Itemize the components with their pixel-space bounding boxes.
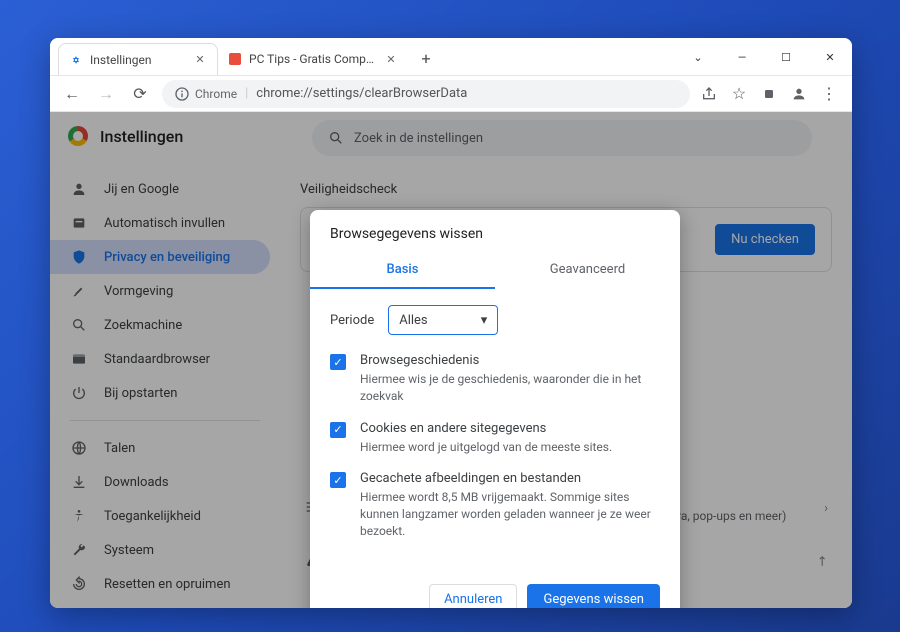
checkbox[interactable]: ✓ [330,472,346,488]
option-title: Gecachete afbeeldingen en bestanden [360,471,660,486]
tab-basic[interactable]: Basis [310,252,495,289]
checkbox[interactable]: ✓ [330,354,346,370]
toolbar-icons: ☆ ⋮ [700,85,842,103]
clear-option-2: ✓ Gecachete afbeeldingen en bestanden Hier… [330,471,660,539]
dialog-title: Browsegegevens wissen [310,210,680,252]
period-select[interactable]: Alles ▾ [388,305,498,335]
tab-label: Instellingen [90,53,186,67]
bookmark-icon[interactable]: ☆ [730,85,748,103]
clear-data-button[interactable]: Gegevens wissen [527,584,660,608]
dialog-tabs: Basis Geavanceerd [310,252,680,289]
tab-strip: Instellingen ✕ PC Tips - Gratis Computer… [50,38,676,75]
content-area: Instellingen Zoek in de instellingen Jij… [50,112,852,608]
tab-pctips[interactable]: PC Tips - Gratis Computer Tips, s ✕ [218,43,408,75]
period-label: Periode [330,313,374,328]
address-bar: ← → ⟳ Chrome | chrome://settings/clearBr… [50,76,852,112]
window-controls: ⌄ ― ☐ ✕ [676,38,852,75]
close-window-button[interactable]: ✕ [808,38,852,76]
browser-window: Instellingen ✕ PC Tips - Gratis Computer… [50,38,852,608]
close-icon[interactable]: ✕ [384,52,398,66]
site-info-chip[interactable]: Chrome [174,86,237,102]
menu-icon[interactable]: ⋮ [820,85,838,103]
new-tab-button[interactable]: + [412,44,440,72]
maximize-button[interactable]: ☐ [764,38,808,76]
minimize-button[interactable]: ― [720,38,764,76]
gear-icon [69,53,83,67]
omnibox[interactable]: Chrome | chrome://settings/clearBrowserD… [162,80,690,108]
reload-button[interactable]: ⟳ [128,82,152,106]
back-button[interactable]: ← [60,82,84,106]
tab-settings[interactable]: Instellingen ✕ [58,43,218,75]
option-subtitle: Hiermee wordt 8,5 MB vrijgemaakt. Sommig… [360,489,660,539]
close-icon[interactable]: ✕ [193,53,207,67]
site-favicon [228,52,242,66]
url-text: chrome://settings/clearBrowserData [256,86,467,101]
time-range-row: Periode Alles ▾ [330,305,660,335]
clear-option-1: ✓ Cookies en andere sitegegevens Hiermee w… [330,421,660,456]
chevron-down-icon: ▾ [481,313,488,328]
dialog-footer: Annuleren Gegevens wissen [310,572,680,608]
tab-label: PC Tips - Gratis Computer Tips, s [249,52,377,66]
forward-button[interactable]: → [94,82,118,106]
option-title: Cookies en andere sitegegevens [360,421,612,436]
checkbox[interactable]: ✓ [330,422,346,438]
clear-data-dialog: Browsegegevens wissen Basis Geavanceerd … [310,210,680,608]
option-title: Browsegeschiedenis [360,353,660,368]
titlebar: Instellingen ✕ PC Tips - Gratis Computer… [50,38,852,76]
clear-option-0: ✓ Browsegeschiedenis Hiermee wis je de ges… [330,353,660,405]
dropdown-icon[interactable]: ⌄ [676,38,720,76]
cancel-button[interactable]: Annuleren [429,584,517,608]
option-subtitle: Hiermee word je uitgelogd van de meeste … [360,439,612,456]
tab-advanced[interactable]: Geavanceerd [495,252,680,289]
option-subtitle: Hiermee wis je de geschiedenis, waaronde… [360,371,660,405]
extensions-icon[interactable] [760,85,778,103]
share-icon[interactable] [700,85,718,103]
profile-icon[interactable] [790,85,808,103]
